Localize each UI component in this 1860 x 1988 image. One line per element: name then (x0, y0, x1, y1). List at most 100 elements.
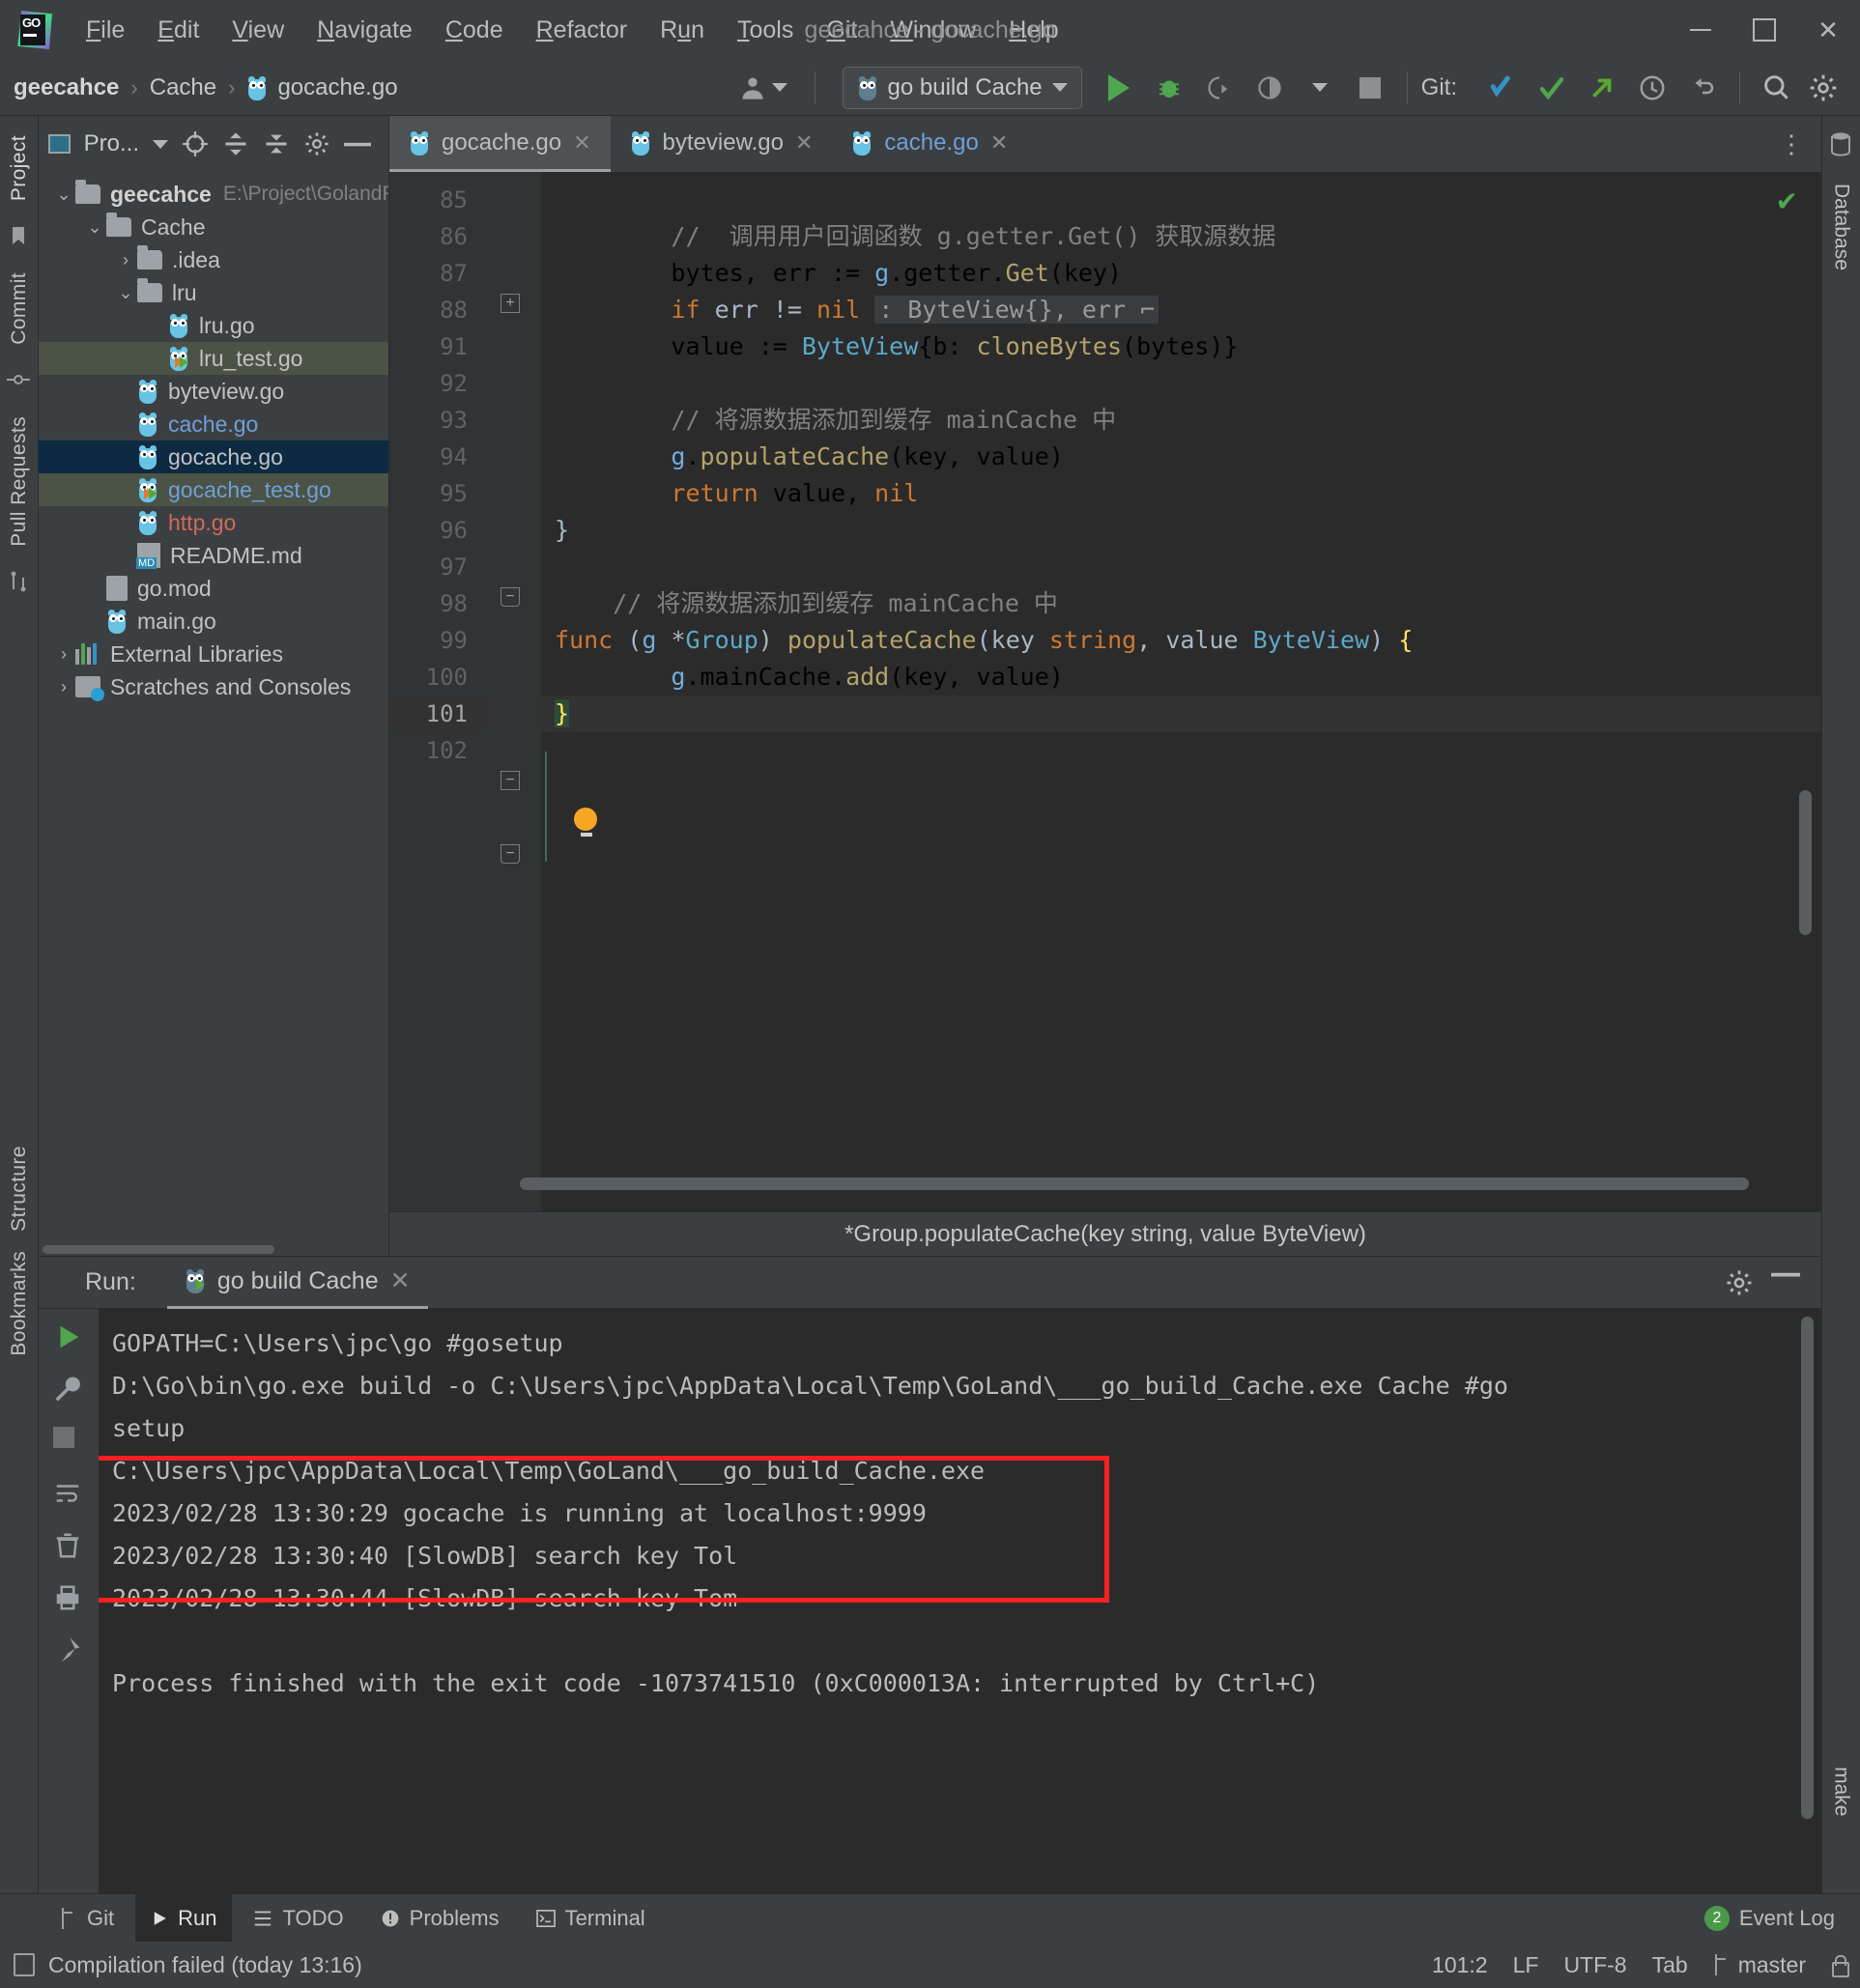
toolwindow-git[interactable]: Git (44, 1894, 129, 1943)
code-line[interactable]: // 将源数据添加到缓存 mainCache 中 (541, 402, 1821, 439)
rail-item-project[interactable]: Project (8, 135, 31, 201)
push-icon[interactable] (1579, 65, 1625, 111)
chevron-right-icon[interactable]: › (52, 644, 75, 665)
clear-all-trash-icon[interactable] (53, 1531, 84, 1562)
hide-run-panel-icon[interactable] (1771, 1268, 1800, 1297)
rerun-play-icon[interactable] (53, 1322, 84, 1353)
tree-item-http-go[interactable]: http.go (39, 506, 388, 539)
git-branch-widget[interactable]: master (1713, 1952, 1806, 1978)
tree-item-lru[interactable]: ⌄ lru (39, 276, 388, 309)
database-icon[interactable] (1829, 131, 1854, 156)
fold-collapse-icon[interactable]: − (501, 771, 520, 790)
chevron-down-icon[interactable]: ⌄ (114, 283, 137, 303)
tab-byteview-go[interactable]: byteview.go ✕ (611, 116, 833, 172)
run-with-coverage-button[interactable] (1196, 65, 1243, 111)
rail-item-commit[interactable]: Commit (8, 272, 31, 345)
caret-position[interactable]: 101:2 (1432, 1952, 1488, 1978)
breadcrumb-file[interactable]: gocache.go (277, 74, 397, 101)
profile-button[interactable] (1246, 65, 1293, 111)
chevron-down-icon[interactable] (153, 139, 168, 149)
chevron-right-icon[interactable]: › (52, 677, 75, 697)
fold-expand-icon[interactable]: + (501, 294, 520, 313)
profile-dropdown-icon[interactable] (1297, 65, 1343, 111)
run-console-output[interactable]: GOPATH=C:\Users\jpc\go #gosetup D:\Go\bin… (99, 1309, 1821, 1893)
tab-gocache-go[interactable]: gocache.go ✕ (389, 116, 611, 172)
run-tab-go-build-cache[interactable]: go build Cache ✕ (166, 1256, 428, 1309)
menu-run[interactable]: Run (644, 13, 721, 48)
editor-options-icon[interactable]: ⋮ (1761, 116, 1821, 172)
tree-item-geecahce[interactable]: ⌄ geecahce E:\Project\GolandP (39, 178, 388, 211)
chevron-down-icon[interactable]: ⌄ (83, 217, 106, 238)
tree-item-gocache-go[interactable]: gocache.go (39, 440, 388, 473)
tree-item-lru-test-go[interactable]: lru_test.go (39, 342, 388, 375)
settings-gear-icon[interactable] (1800, 65, 1846, 111)
tree-item-byteview-go[interactable]: byteview.go (39, 375, 388, 408)
code-line[interactable]: return value, nil (541, 475, 1821, 512)
hide-panel-icon[interactable] (344, 139, 379, 149)
breadcrumb-project[interactable]: geecahce (14, 74, 119, 101)
close-icon[interactable]: ✕ (795, 130, 813, 156)
collapse-all-icon[interactable] (263, 130, 290, 157)
code-line[interactable]: value := ByteView{b: cloneBytes(bytes)} (541, 328, 1821, 365)
fold-collapse-icon[interactable]: − (501, 587, 520, 607)
event-log-button[interactable]: 2 Event Log (1689, 1894, 1850, 1943)
user-menu-button[interactable] (726, 74, 801, 101)
editor-vertical-scrollbar[interactable] (1799, 790, 1812, 935)
breadcrumb-folder[interactable]: Cache (150, 74, 216, 101)
editor-horizontal-scrollbar[interactable] (520, 1178, 1749, 1190)
tree-item-external-libraries[interactable]: › External Libraries (39, 638, 388, 670)
rollback-icon[interactable] (1679, 65, 1726, 111)
code-line[interactable]: // 调用用户回调函数 g.getter.Get() 获取源数据 (541, 218, 1821, 255)
menu-tools[interactable]: Tools (721, 13, 810, 48)
menu-code[interactable]: Code (429, 13, 520, 48)
read-only-lock-icon[interactable] (1831, 1955, 1849, 1977)
rail-item-bookmarks[interactable]: Bookmarks (8, 1251, 31, 1356)
chevron-right-icon[interactable]: › (114, 250, 137, 270)
history-icon[interactable] (1629, 65, 1675, 111)
close-button[interactable]: ✕ (1796, 0, 1860, 60)
console-vertical-scrollbar[interactable] (1801, 1317, 1814, 1819)
code-line[interactable] (541, 549, 1821, 585)
chevron-down-icon[interactable]: ⌄ (52, 185, 75, 205)
close-icon[interactable]: ✕ (573, 130, 590, 156)
rail-item-pull-requests[interactable]: Pull Requests (8, 416, 31, 547)
stop-square-icon[interactable] (53, 1427, 84, 1458)
tree-item-cache-go[interactable]: cache.go (39, 408, 388, 440)
code-line[interactable] (541, 732, 1821, 769)
menu-view[interactable]: View (215, 13, 300, 48)
tree-item-gocache-test-go[interactable]: gocache_test.go (39, 473, 388, 506)
rail-item-database[interactable]: Database (1830, 184, 1853, 270)
rail-item-structure[interactable]: Structure (8, 1146, 31, 1232)
project-settings-gear-icon[interactable] (303, 130, 330, 157)
debug-button[interactable] (1146, 65, 1192, 111)
run-settings-gear-icon[interactable] (1725, 1268, 1754, 1297)
file-encoding[interactable]: UTF-8 (1563, 1952, 1626, 1978)
code-folding-column[interactable]: + − − − (483, 172, 541, 1211)
close-icon[interactable]: ✕ (990, 130, 1008, 156)
code-content[interactable]: // 调用用户回调函数 g.getter.Get() 获取源数据 bytes, … (541, 172, 1821, 1211)
search-everywhere-icon[interactable] (1754, 65, 1800, 111)
code-line[interactable]: } (541, 512, 1821, 549)
project-horizontal-scrollbar[interactable] (39, 1242, 388, 1256)
rail-item-make[interactable]: make (1830, 1767, 1853, 1816)
tree-item-readme-md[interactable]: README.md (39, 539, 388, 572)
minimize-button[interactable] (1669, 0, 1732, 60)
menu-refactor[interactable]: Refactor (520, 13, 644, 48)
code-line[interactable] (541, 182, 1821, 218)
edit-configuration-wrench-icon[interactable] (53, 1375, 84, 1406)
menu-edit[interactable]: Edit (141, 13, 215, 48)
expand-all-icon[interactable] (222, 130, 249, 157)
tree-item-scratches-and-consoles[interactable]: › Scratches and Consoles (39, 670, 388, 703)
line-separator[interactable]: LF (1513, 1952, 1539, 1978)
code-line[interactable] (541, 365, 1821, 402)
bookmark-small-icon[interactable] (7, 224, 32, 249)
code-line[interactable]: g.mainCache.add(key, value) (541, 659, 1821, 696)
code-line[interactable]: } (541, 696, 1821, 732)
tree-item-lru-go[interactable]: lru.go (39, 309, 388, 342)
code-line[interactable]: // 将源数据添加到缓存 mainCache 中 (541, 585, 1821, 622)
toolwindow-todo[interactable]: TODO (238, 1894, 358, 1943)
toolwindow-problems[interactable]: Problems (365, 1894, 515, 1943)
menu-navigate[interactable]: Navigate (300, 13, 429, 48)
pull-request-rail-icon[interactable] (7, 570, 32, 595)
run-button[interactable] (1096, 65, 1142, 111)
